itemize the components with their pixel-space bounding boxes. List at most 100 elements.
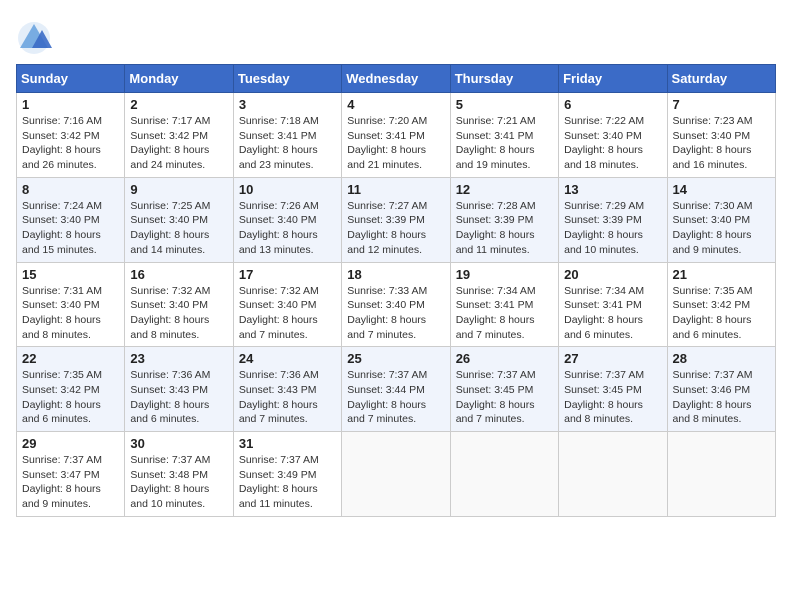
day-detail: Sunrise: 7:18 AMSunset: 3:41 PMDaylight:…: [239, 115, 319, 171]
day-detail: Sunrise: 7:35 AMSunset: 3:42 PMDaylight:…: [22, 369, 102, 425]
weekday-header-monday: Monday: [125, 65, 233, 93]
day-detail: Sunrise: 7:34 AMSunset: 3:41 PMDaylight:…: [456, 285, 536, 341]
day-number: 14: [673, 182, 770, 197]
day-detail: Sunrise: 7:26 AMSunset: 3:40 PMDaylight:…: [239, 200, 319, 256]
day-number: 25: [347, 351, 444, 366]
day-number: 7: [673, 97, 770, 112]
calendar-cell: 2 Sunrise: 7:17 AMSunset: 3:42 PMDayligh…: [125, 93, 233, 178]
day-detail: Sunrise: 7:35 AMSunset: 3:42 PMDaylight:…: [673, 285, 753, 341]
calendar-cell: 10 Sunrise: 7:26 AMSunset: 3:40 PMDaylig…: [233, 177, 341, 262]
page-header: [16, 16, 776, 56]
calendar-cell: 25 Sunrise: 7:37 AMSunset: 3:44 PMDaylig…: [342, 347, 450, 432]
day-number: 8: [22, 182, 119, 197]
day-number: 5: [456, 97, 553, 112]
day-number: 4: [347, 97, 444, 112]
day-detail: Sunrise: 7:36 AMSunset: 3:43 PMDaylight:…: [239, 369, 319, 425]
calendar-cell: 20 Sunrise: 7:34 AMSunset: 3:41 PMDaylig…: [559, 262, 667, 347]
day-detail: Sunrise: 7:29 AMSunset: 3:39 PMDaylight:…: [564, 200, 644, 256]
day-detail: Sunrise: 7:25 AMSunset: 3:40 PMDaylight:…: [130, 200, 210, 256]
day-number: 26: [456, 351, 553, 366]
calendar-cell: 26 Sunrise: 7:37 AMSunset: 3:45 PMDaylig…: [450, 347, 558, 432]
day-number: 1: [22, 97, 119, 112]
calendar-cell: 8 Sunrise: 7:24 AMSunset: 3:40 PMDayligh…: [17, 177, 125, 262]
day-detail: Sunrise: 7:28 AMSunset: 3:39 PMDaylight:…: [456, 200, 536, 256]
calendar-cell: 9 Sunrise: 7:25 AMSunset: 3:40 PMDayligh…: [125, 177, 233, 262]
weekday-header-tuesday: Tuesday: [233, 65, 341, 93]
calendar-cell: 21 Sunrise: 7:35 AMSunset: 3:42 PMDaylig…: [667, 262, 775, 347]
calendar-cell: 31 Sunrise: 7:37 AMSunset: 3:49 PMDaylig…: [233, 432, 341, 517]
calendar-cell: 19 Sunrise: 7:34 AMSunset: 3:41 PMDaylig…: [450, 262, 558, 347]
day-number: 6: [564, 97, 661, 112]
calendar-cell: 14 Sunrise: 7:30 AMSunset: 3:40 PMDaylig…: [667, 177, 775, 262]
day-detail: Sunrise: 7:32 AMSunset: 3:40 PMDaylight:…: [239, 285, 319, 341]
day-detail: Sunrise: 7:20 AMSunset: 3:41 PMDaylight:…: [347, 115, 427, 171]
weekday-header-thursday: Thursday: [450, 65, 558, 93]
logo-icon: [16, 20, 52, 56]
weekday-header-sunday: Sunday: [17, 65, 125, 93]
day-detail: Sunrise: 7:32 AMSunset: 3:40 PMDaylight:…: [130, 285, 210, 341]
day-detail: Sunrise: 7:36 AMSunset: 3:43 PMDaylight:…: [130, 369, 210, 425]
day-number: 30: [130, 436, 227, 451]
day-detail: Sunrise: 7:37 AMSunset: 3:48 PMDaylight:…: [130, 454, 210, 510]
week-row-3: 15 Sunrise: 7:31 AMSunset: 3:40 PMDaylig…: [17, 262, 776, 347]
calendar-cell: 7 Sunrise: 7:23 AMSunset: 3:40 PMDayligh…: [667, 93, 775, 178]
day-number: 21: [673, 267, 770, 282]
calendar-cell: 22 Sunrise: 7:35 AMSunset: 3:42 PMDaylig…: [17, 347, 125, 432]
week-row-4: 22 Sunrise: 7:35 AMSunset: 3:42 PMDaylig…: [17, 347, 776, 432]
calendar-cell: 3 Sunrise: 7:18 AMSunset: 3:41 PMDayligh…: [233, 93, 341, 178]
calendar-cell: 1 Sunrise: 7:16 AMSunset: 3:42 PMDayligh…: [17, 93, 125, 178]
calendar-cell: [342, 432, 450, 517]
calendar-cell: 6 Sunrise: 7:22 AMSunset: 3:40 PMDayligh…: [559, 93, 667, 178]
day-number: 28: [673, 351, 770, 366]
day-detail: Sunrise: 7:37 AMSunset: 3:47 PMDaylight:…: [22, 454, 102, 510]
day-detail: Sunrise: 7:21 AMSunset: 3:41 PMDaylight:…: [456, 115, 536, 171]
calendar-cell: 27 Sunrise: 7:37 AMSunset: 3:45 PMDaylig…: [559, 347, 667, 432]
day-number: 31: [239, 436, 336, 451]
weekday-header-wednesday: Wednesday: [342, 65, 450, 93]
day-number: 15: [22, 267, 119, 282]
day-detail: Sunrise: 7:37 AMSunset: 3:44 PMDaylight:…: [347, 369, 427, 425]
day-detail: Sunrise: 7:23 AMSunset: 3:40 PMDaylight:…: [673, 115, 753, 171]
day-number: 22: [22, 351, 119, 366]
weekday-header-friday: Friday: [559, 65, 667, 93]
calendar-cell: 16 Sunrise: 7:32 AMSunset: 3:40 PMDaylig…: [125, 262, 233, 347]
day-number: 11: [347, 182, 444, 197]
day-number: 13: [564, 182, 661, 197]
day-number: 23: [130, 351, 227, 366]
day-number: 18: [347, 267, 444, 282]
day-detail: Sunrise: 7:27 AMSunset: 3:39 PMDaylight:…: [347, 200, 427, 256]
calendar-cell: 13 Sunrise: 7:29 AMSunset: 3:39 PMDaylig…: [559, 177, 667, 262]
calendar-table: SundayMondayTuesdayWednesdayThursdayFrid…: [16, 64, 776, 517]
day-number: 9: [130, 182, 227, 197]
day-number: 16: [130, 267, 227, 282]
day-number: 17: [239, 267, 336, 282]
calendar-cell: 24 Sunrise: 7:36 AMSunset: 3:43 PMDaylig…: [233, 347, 341, 432]
calendar-cell: 12 Sunrise: 7:28 AMSunset: 3:39 PMDaylig…: [450, 177, 558, 262]
day-number: 20: [564, 267, 661, 282]
calendar-cell: 30 Sunrise: 7:37 AMSunset: 3:48 PMDaylig…: [125, 432, 233, 517]
week-row-1: 1 Sunrise: 7:16 AMSunset: 3:42 PMDayligh…: [17, 93, 776, 178]
day-detail: Sunrise: 7:37 AMSunset: 3:45 PMDaylight:…: [456, 369, 536, 425]
calendar-cell: 29 Sunrise: 7:37 AMSunset: 3:47 PMDaylig…: [17, 432, 125, 517]
day-number: 24: [239, 351, 336, 366]
day-detail: Sunrise: 7:37 AMSunset: 3:45 PMDaylight:…: [564, 369, 644, 425]
day-detail: Sunrise: 7:31 AMSunset: 3:40 PMDaylight:…: [22, 285, 102, 341]
day-number: 2: [130, 97, 227, 112]
day-detail: Sunrise: 7:17 AMSunset: 3:42 PMDaylight:…: [130, 115, 210, 171]
week-row-2: 8 Sunrise: 7:24 AMSunset: 3:40 PMDayligh…: [17, 177, 776, 262]
day-detail: Sunrise: 7:22 AMSunset: 3:40 PMDaylight:…: [564, 115, 644, 171]
day-detail: Sunrise: 7:16 AMSunset: 3:42 PMDaylight:…: [22, 115, 102, 171]
calendar-cell: [667, 432, 775, 517]
calendar-cell: [450, 432, 558, 517]
logo: [16, 20, 56, 56]
day-detail: Sunrise: 7:34 AMSunset: 3:41 PMDaylight:…: [564, 285, 644, 341]
weekday-header-row: SundayMondayTuesdayWednesdayThursdayFrid…: [17, 65, 776, 93]
calendar-cell: [559, 432, 667, 517]
day-number: 12: [456, 182, 553, 197]
calendar-cell: 11 Sunrise: 7:27 AMSunset: 3:39 PMDaylig…: [342, 177, 450, 262]
calendar-cell: 15 Sunrise: 7:31 AMSunset: 3:40 PMDaylig…: [17, 262, 125, 347]
day-detail: Sunrise: 7:24 AMSunset: 3:40 PMDaylight:…: [22, 200, 102, 256]
week-row-5: 29 Sunrise: 7:37 AMSunset: 3:47 PMDaylig…: [17, 432, 776, 517]
day-number: 19: [456, 267, 553, 282]
calendar-cell: 23 Sunrise: 7:36 AMSunset: 3:43 PMDaylig…: [125, 347, 233, 432]
